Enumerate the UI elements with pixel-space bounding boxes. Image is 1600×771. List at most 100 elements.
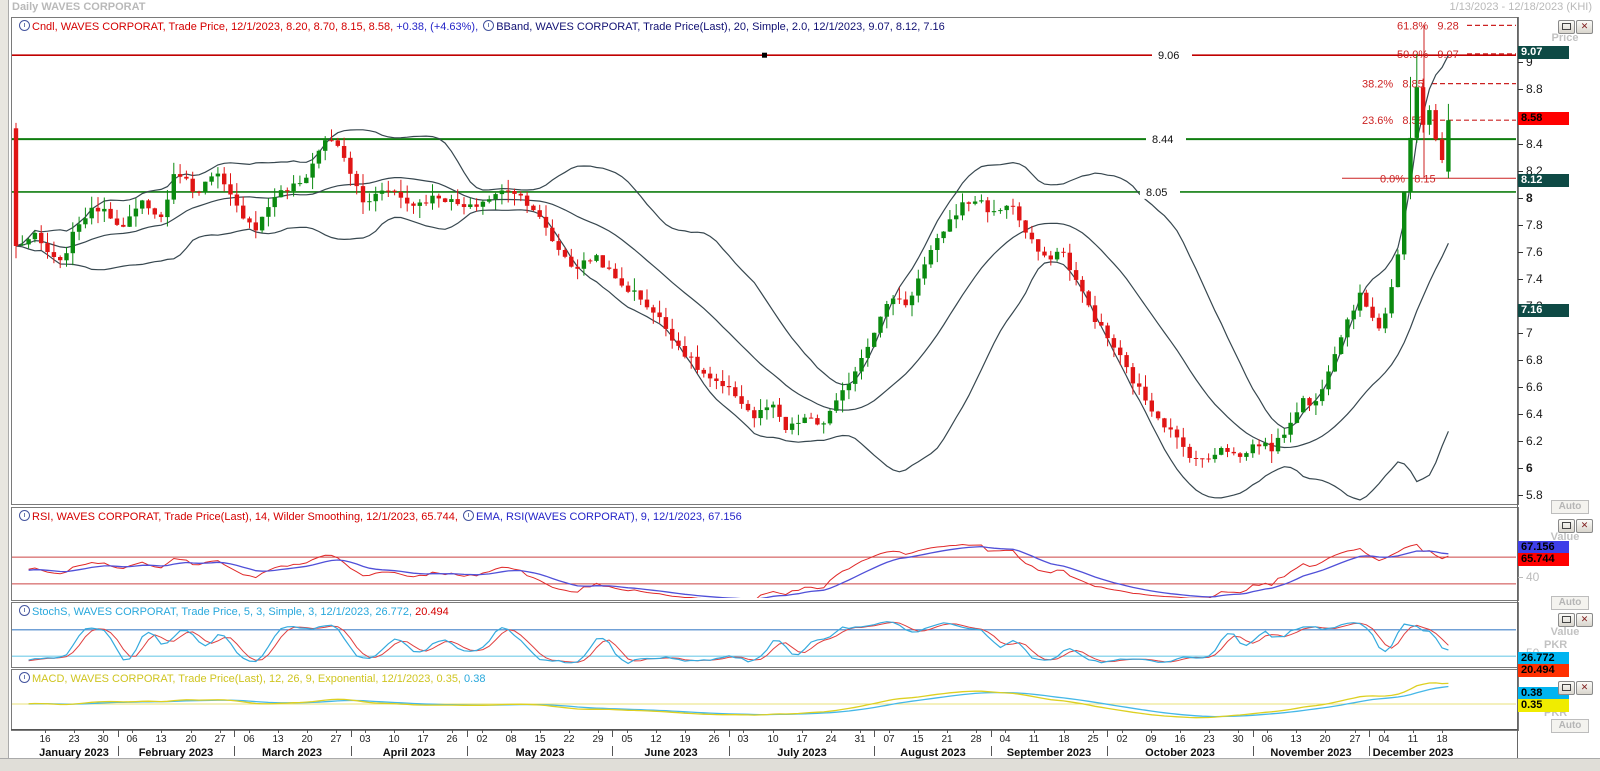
- time-axis-day-label: 11: [1029, 734, 1039, 745]
- time-axis-day-label: 13: [155, 734, 166, 745]
- time-axis-day-label: 02: [1116, 734, 1127, 745]
- time-axis-month-separator: [351, 746, 352, 756]
- rsi-pane-close-button[interactable]: ✕: [1576, 519, 1593, 533]
- time-axis-day-label: 17: [796, 734, 807, 745]
- svg-text:61.8% 9.28: 61.8% 9.28: [1397, 20, 1459, 32]
- time-axis-month-separator: [467, 746, 468, 756]
- price-value-badge: 8.58: [1518, 112, 1569, 125]
- time-axis-day-label: 09: [1145, 734, 1156, 745]
- macd-pane-minimize-button[interactable]: [1558, 681, 1575, 695]
- time-axis-day-label: 23: [1203, 734, 1214, 745]
- time-axis-tickmark: [74, 730, 75, 733]
- price-pane-close-button[interactable]: ✕: [1576, 20, 1593, 34]
- time-axis-tickmark: [394, 730, 395, 733]
- time-axis-tickmark: [685, 730, 686, 733]
- trendline-handle: [762, 53, 767, 58]
- price-axis-tick: 8.8: [1518, 82, 1543, 96]
- indicator-pin-icon[interactable]: [19, 510, 30, 521]
- indicator-pin-icon[interactable]: [483, 20, 494, 31]
- rsi-axis-tick: 40: [1518, 570, 1539, 584]
- time-axis-tickmark: [1238, 730, 1239, 733]
- price-axis-tick: 6.8: [1518, 353, 1543, 367]
- price-axis-auto-button[interactable]: Auto: [1551, 500, 1589, 514]
- time-axis-tickmark: [918, 730, 919, 733]
- price-chart-canvas[interactable]: 61.8% 9.2850.0% 9.0738.2% 8.8523.6% 8.58…: [12, 18, 1516, 502]
- time-axis-day-label: 20: [301, 734, 312, 745]
- rsi-axis-auto-button[interactable]: Auto: [1551, 596, 1589, 610]
- price-value-badge: 9.07: [1518, 46, 1569, 59]
- price-axis-tick: 7: [1518, 326, 1533, 340]
- rsi-pane-minimize-button[interactable]: [1558, 519, 1575, 533]
- stoch-pane-close-button[interactable]: ✕: [1576, 613, 1593, 627]
- time-axis-month-separator: [118, 746, 119, 756]
- time-axis-tickmark: [482, 730, 483, 733]
- time-axis-tickmark: [1093, 730, 1094, 733]
- time-axis-tickmark: [511, 730, 512, 733]
- time-axis-tickmark: [947, 730, 948, 733]
- candle-change-text: +0.38, (+4.63%),: [393, 21, 478, 33]
- time-axis-month-separator: [729, 746, 730, 756]
- price-axis-tick: 5.8: [1518, 488, 1543, 502]
- bband-legend-text: BBand, WAVES CORPORAT, Trade Price(Last)…: [496, 21, 945, 33]
- macd-pane-close-button[interactable]: ✕: [1576, 681, 1593, 695]
- stoch-legend-text: StochS, WAVES CORPORAT, Trade Price, 5, …: [32, 606, 412, 618]
- price-pane-minimize-button[interactable]: [1558, 20, 1575, 34]
- stoch-currency-label: PKR: [1544, 639, 1567, 651]
- stoch-legend: StochS, WAVES CORPORAT, Trade Price, 5, …: [14, 605, 452, 619]
- indicator-pin-icon[interactable]: [19, 20, 30, 31]
- time-axis-day-label: 29: [592, 734, 603, 745]
- time-axis-month-separator: [1369, 746, 1370, 756]
- time-axis-day-label: 11: [1408, 734, 1418, 745]
- time-axis-month-label: April 2023: [383, 747, 436, 759]
- svg-text:50.0% 9.07: 50.0% 9.07: [1397, 49, 1459, 61]
- time-axis-day-label: 27: [1349, 734, 1360, 745]
- time-axis-tickmark: [351, 730, 352, 737]
- indicator-pin-icon[interactable]: [19, 672, 30, 683]
- price-chart-panel[interactable]: 61.8% 9.2850.0% 9.0738.2% 8.8523.6% 8.58…: [11, 17, 1519, 505]
- time-axis-tickmark: [1369, 730, 1370, 737]
- indicator-pin-icon[interactable]: [19, 605, 30, 616]
- time-axis-tickmark: [161, 730, 162, 733]
- time-axis-tickmark: [1384, 730, 1385, 733]
- time-axis-day-label: 20: [185, 734, 196, 745]
- svg-text:9.06: 9.06: [1158, 50, 1179, 62]
- time-axis-tickmark: [1296, 730, 1297, 733]
- time-axis-tickmark: [467, 730, 468, 737]
- time-axis-tickmark: [1442, 730, 1443, 733]
- time-axis-day-label: 18: [1436, 734, 1447, 745]
- time-axis-month-separator: [991, 746, 992, 756]
- time-axis-day-label: 21: [941, 734, 952, 745]
- macd-legend: MACD, WAVES CORPORAT, Trade Price(Last),…: [14, 672, 488, 686]
- time-axis-day-label: 15: [912, 734, 923, 745]
- indicator-pin-icon[interactable]: [463, 510, 474, 521]
- time-axis-tickmark: [743, 730, 744, 733]
- time-axis-day-label: 12: [650, 734, 661, 745]
- time-axis-month-separator: [1253, 746, 1254, 756]
- time-axis-month-label: July 2023: [777, 747, 827, 759]
- time-axis-line: [11, 729, 1518, 730]
- time-axis-tickmark: [860, 730, 861, 733]
- time-axis-tickmark: [234, 730, 235, 737]
- rsi-legend: RSI, WAVES CORPORAT, Trade Price(Last), …: [14, 510, 745, 524]
- price-axis-tick: 8: [1518, 191, 1533, 205]
- time-axis-tickmark: [540, 730, 541, 733]
- macd-signal-value: 0.38: [461, 673, 485, 685]
- macd-legend-text: MACD, WAVES CORPORAT, Trade Price(Last),…: [32, 673, 461, 685]
- time-axis-month-separator: [1107, 746, 1108, 756]
- stoch-pane-minimize-button[interactable]: [1558, 613, 1575, 627]
- time-axis-day-label: 13: [1290, 734, 1301, 745]
- time-axis-month-separator: [234, 746, 235, 756]
- time-axis-day-label: 06: [126, 734, 137, 745]
- time-axis-tickmark: [452, 730, 453, 733]
- time-axis-month-label: September 2023: [1007, 747, 1091, 759]
- price-axis-tick: 6.4: [1518, 407, 1543, 421]
- svg-text:8.05: 8.05: [1146, 187, 1167, 199]
- time-axis-day-label: 03: [737, 734, 748, 745]
- time-axis-day-label: 20: [1319, 734, 1330, 745]
- time-axis-day-label: 06: [1261, 734, 1272, 745]
- price-axis-tick: 7.4: [1518, 272, 1543, 286]
- time-axis-day-label: 26: [446, 734, 457, 745]
- time-axis-day-label: 16: [1174, 734, 1185, 745]
- price-axis-tick: 8.4: [1518, 137, 1543, 151]
- macd-axis-auto-button[interactable]: Auto: [1551, 719, 1589, 733]
